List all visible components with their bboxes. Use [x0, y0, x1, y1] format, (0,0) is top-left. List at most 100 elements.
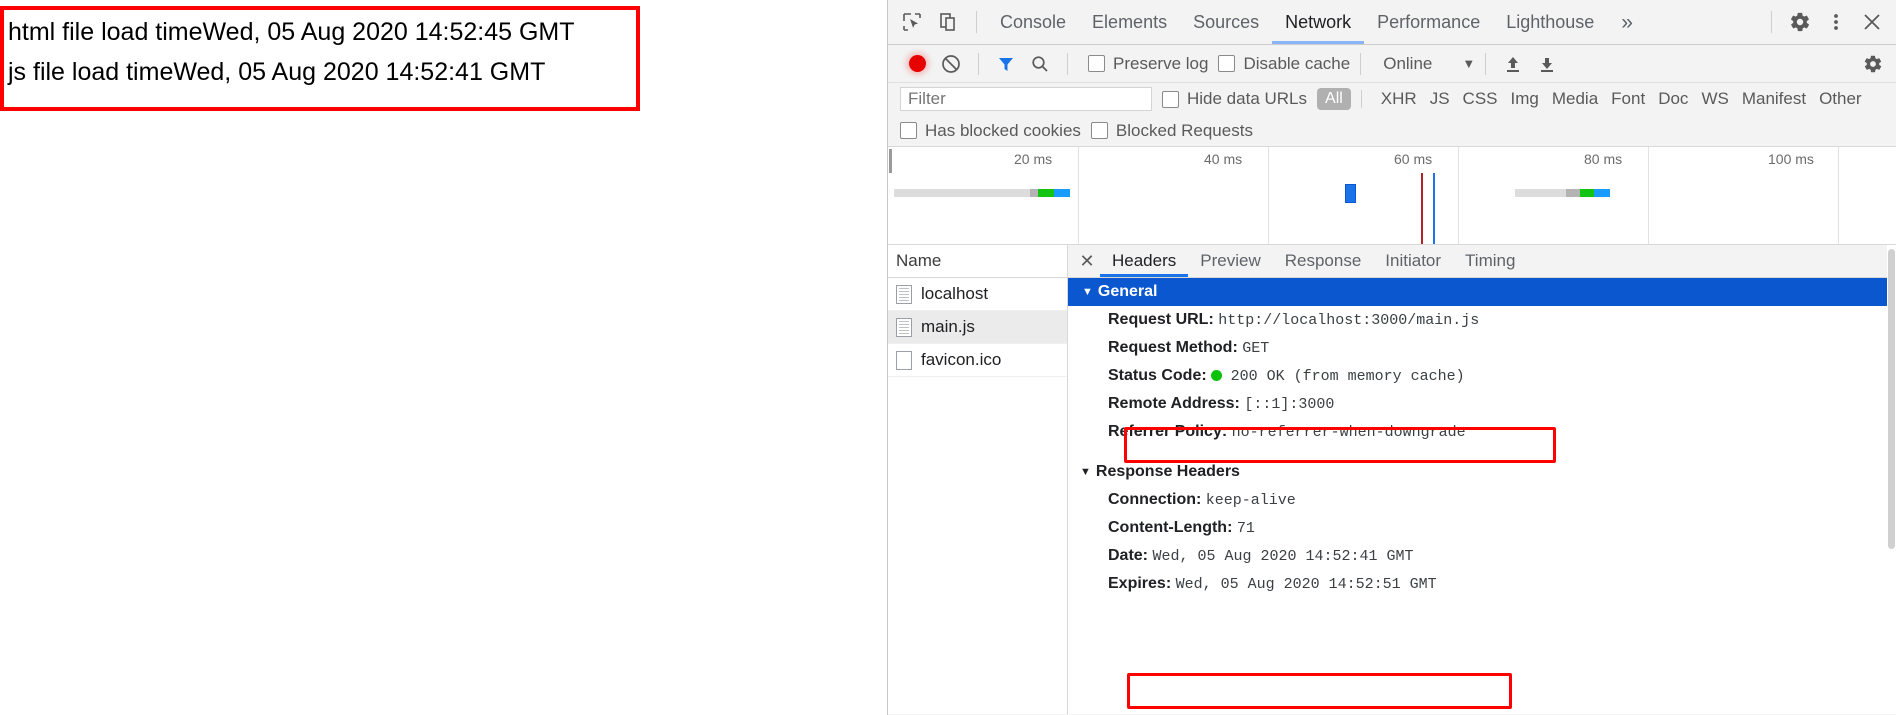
detail-tab-initiator[interactable]: Initiator [1373, 245, 1453, 277]
controls-divider-1 [978, 53, 979, 75]
network-settings-right [1856, 49, 1896, 79]
chevron-down-icon[interactable]: ▼ [1462, 56, 1475, 71]
header-value: GET [1242, 340, 1269, 357]
throttle-select[interactable]: Online [1383, 54, 1432, 74]
preserve-log-checkbox[interactable]: Preserve log [1088, 54, 1208, 74]
overview-tick-60ms: 60 ms [1394, 151, 1432, 167]
more-options-icon[interactable] [1818, 5, 1854, 39]
filter-toggle-icon[interactable] [989, 49, 1023, 79]
triangle-down-icon: ▼ [1082, 286, 1093, 298]
request-row-favicon[interactable]: favicon.ico [888, 344, 1067, 377]
header-row-request-url: Request URL: http://localhost:3000/main.… [1068, 306, 1896, 334]
filter-chip-xhr[interactable]: XHR [1381, 89, 1417, 109]
inspect-element-icon[interactable] [894, 5, 930, 39]
general-section-header[interactable]: ▼ General [1068, 278, 1896, 306]
filter-chip-ws[interactable]: WS [1701, 89, 1728, 109]
header-row-referrer-policy: Referrer Policy: no-referrer-when-downgr… [1068, 418, 1896, 446]
import-har-icon[interactable] [1496, 49, 1530, 79]
has-blocked-cookies-label: Has blocked cookies [925, 121, 1081, 141]
network-settings-gear-icon[interactable] [1856, 49, 1890, 79]
close-icon[interactable] [1854, 5, 1890, 39]
triangle-down-icon: ▼ [1080, 466, 1091, 478]
detail-tab-response[interactable]: Response [1273, 245, 1374, 277]
filter-chip-media[interactable]: Media [1552, 89, 1598, 109]
request-list-header-name[interactable]: Name [888, 245, 1067, 278]
tab-performance[interactable]: Performance [1364, 0, 1493, 44]
tab-lighthouse[interactable]: Lighthouse [1493, 0, 1607, 44]
tab-network[interactable]: Network [1272, 0, 1364, 44]
browser-page-pane: html file load timeWed, 05 Aug 2020 14:5… [0, 0, 888, 715]
tab-elements[interactable]: Elements [1079, 0, 1180, 44]
header-row-date: Date: Wed, 05 Aug 2020 14:52:41 GMT [1068, 542, 1896, 570]
header-key: Request URL: [1108, 311, 1214, 328]
tab-sources[interactable]: Sources [1180, 0, 1272, 44]
filter-input[interactable] [900, 87, 1152, 111]
export-har-icon[interactable] [1530, 49, 1564, 79]
network-filter-row: Hide data URLs All XHR JS CSS Img Media … [888, 83, 1896, 115]
checkbox-box [1088, 55, 1105, 72]
header-value: Wed, 05 Aug 2020 14:52:41 GMT [1152, 548, 1413, 565]
filter-chip-manifest[interactable]: Manifest [1742, 89, 1806, 109]
detail-tab-preview[interactable]: Preview [1188, 245, 1272, 277]
response-headers-section-header[interactable]: ▼ Response Headers [1068, 458, 1896, 486]
general-section-title: General [1098, 283, 1158, 301]
header-value: http://localhost:3000/main.js [1218, 312, 1479, 329]
devtools-toolbar-right [1761, 5, 1896, 39]
request-name: main.js [921, 317, 975, 337]
filter-chip-js[interactable]: JS [1430, 89, 1450, 109]
overview-tick-20ms: 20 ms [1014, 151, 1052, 167]
request-row-mainjs[interactable]: main.js [888, 311, 1067, 344]
overview-tick-100ms: 100 ms [1768, 151, 1814, 167]
network-lower-split: Name localhost main.js favicon.ico ✕ He [888, 245, 1896, 714]
filter-chip-font[interactable]: Font [1611, 89, 1645, 109]
header-value: 200 OK (from memory cache) [1231, 368, 1465, 385]
load-event-line [1433, 173, 1435, 244]
close-detail-icon[interactable]: ✕ [1074, 248, 1100, 274]
device-toolbar-icon[interactable] [930, 5, 966, 39]
status-ok-dot-icon [1211, 370, 1222, 381]
request-list: Name localhost main.js favicon.ico [888, 245, 1068, 714]
filter-chip-css[interactable]: CSS [1463, 89, 1498, 109]
header-value: [::1]:3000 [1244, 396, 1334, 413]
hide-data-urls-checkbox[interactable]: Hide data URLs [1162, 89, 1307, 109]
header-row-content-length: Content-Length: 71 [1068, 514, 1896, 542]
overview-bar-mainjs [1345, 184, 1356, 203]
gear-icon[interactable] [1782, 5, 1818, 39]
preserve-log-label: Preserve log [1113, 54, 1208, 74]
more-tabs-chevron-icon[interactable]: » [1607, 12, 1647, 33]
has-blocked-cookies-checkbox[interactable]: Has blocked cookies [900, 121, 1081, 141]
toolbar-divider-right [1771, 11, 1772, 33]
search-icon[interactable] [1023, 49, 1057, 79]
clear-button[interactable] [934, 49, 968, 79]
header-row-expires: Expires: Wed, 05 Aug 2020 14:52:51 GMT [1068, 570, 1896, 598]
disable-cache-checkbox[interactable]: Disable cache [1218, 54, 1350, 74]
filter-chip-doc[interactable]: Doc [1658, 89, 1688, 109]
chip-divider [1361, 90, 1362, 108]
blocked-requests-checkbox[interactable]: Blocked Requests [1091, 121, 1253, 141]
toolbar-divider [976, 11, 977, 33]
request-row-localhost[interactable]: localhost [888, 278, 1067, 311]
controls-divider-4 [1485, 53, 1486, 75]
header-key: Date: [1108, 547, 1148, 564]
checkbox-box [1162, 91, 1179, 108]
header-value: Wed, 05 Aug 2020 14:52:51 GMT [1176, 576, 1437, 593]
record-button[interactable] [900, 49, 934, 79]
filter-chip-img[interactable]: Img [1511, 89, 1539, 109]
script-icon [896, 318, 912, 337]
header-key: Expires: [1108, 575, 1171, 592]
detail-tab-timing[interactable]: Timing [1453, 245, 1527, 277]
network-blocked-row: Has blocked cookies Blocked Requests [888, 115, 1896, 147]
response-headers-section-title: Response Headers [1096, 463, 1240, 481]
checkbox-box [1091, 122, 1108, 139]
network-overview-timeline[interactable]: 20 ms 40 ms 60 ms 80 ms 100 ms [888, 147, 1896, 245]
detail-tab-headers[interactable]: Headers [1100, 245, 1188, 277]
detail-scrollbar[interactable] [1887, 245, 1896, 714]
tab-console[interactable]: Console [987, 0, 1079, 44]
filter-chip-all[interactable]: All [1317, 88, 1351, 110]
filter-chip-other[interactable]: Other [1819, 89, 1862, 109]
request-name: localhost [921, 284, 988, 304]
header-row-status-code: Status Code: 200 OK (from memory cache) [1068, 362, 1896, 390]
header-value: keep-alive [1206, 492, 1296, 509]
scrollbar-thumb[interactable] [1888, 249, 1895, 549]
document-icon [896, 285, 912, 304]
